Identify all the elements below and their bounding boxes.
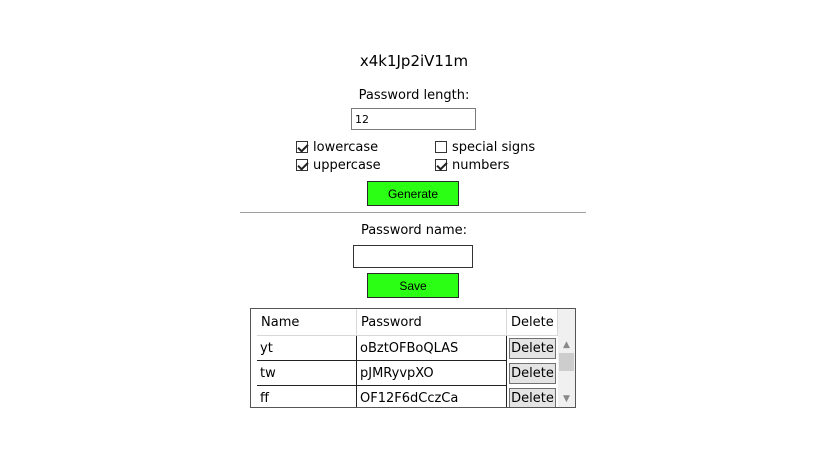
scroll-thumb[interactable]	[559, 353, 574, 371]
password-length-label: Password length:	[358, 88, 470, 103]
special-signs-check-box[interactable]	[435, 141, 447, 153]
delete-button[interactable]: Delete	[509, 363, 556, 384]
cell-name[interactable]: yt	[257, 336, 357, 361]
lowercase-check-box[interactable]	[296, 141, 308, 153]
cell-name[interactable]: tw	[257, 361, 357, 386]
table-row[interactable]: tw pJMRyvpXO Delete	[257, 361, 557, 386]
uppercase-check-box[interactable]	[296, 159, 308, 171]
column-header-delete[interactable]: Delete	[507, 309, 558, 336]
lowercase-checkbox[interactable]: lowercase	[296, 139, 378, 155]
numbers-check-box[interactable]	[435, 159, 447, 171]
save-button[interactable]: Save	[367, 273, 459, 298]
table-row[interactable]: ff OF12F6dCczCa Delete	[257, 386, 557, 407]
column-header-name[interactable]: Name	[257, 309, 357, 336]
password-name-label: Password name:	[360, 223, 468, 238]
cell-password[interactable]: pJMRyvpXO	[357, 361, 507, 386]
uppercase-checkbox[interactable]: uppercase	[296, 157, 381, 173]
delete-button[interactable]: Delete	[509, 388, 556, 407]
password-length-input[interactable]	[351, 108, 476, 130]
generated-password: x4k1Jp2iV11m	[359, 52, 469, 70]
divider	[240, 212, 586, 213]
cell-name[interactable]: ff	[257, 386, 357, 407]
delete-button[interactable]: Delete	[509, 338, 556, 359]
column-header-password[interactable]: Password	[357, 309, 507, 336]
table-row[interactable]: yt oBztOFBoQLAS Delete	[257, 336, 557, 361]
numbers-label: numbers	[452, 157, 510, 173]
lowercase-label: lowercase	[313, 139, 379, 155]
cell-password[interactable]: OF12F6dCczCa	[357, 386, 507, 407]
numbers-checkbox[interactable]: numbers	[435, 157, 510, 173]
scroll-down-icon[interactable]: ▼	[558, 390, 575, 407]
uppercase-label: uppercase	[313, 157, 381, 173]
vertical-scrollbar[interactable]: ▲ ▼	[558, 309, 575, 407]
cell-password[interactable]: oBztOFBoQLAS	[357, 336, 507, 361]
generate-button[interactable]: Generate	[367, 181, 459, 206]
password-name-input[interactable]	[353, 245, 473, 268]
passwords-table: Name Password Delete yt oBztOFBoQLAS Del…	[250, 308, 576, 408]
special-signs-label: special signs	[452, 139, 536, 155]
special-signs-checkbox[interactable]: special signs	[435, 139, 535, 155]
scroll-up-icon[interactable]: ▲	[558, 336, 575, 353]
